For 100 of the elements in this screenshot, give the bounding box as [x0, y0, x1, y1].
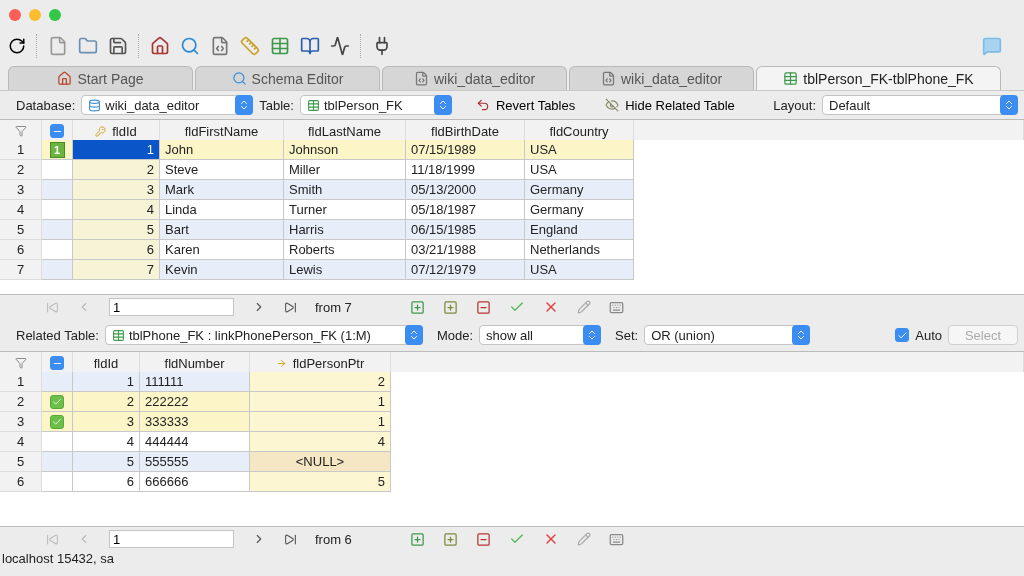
tab[interactable]: Schema Editor	[195, 66, 380, 90]
close-window-button[interactable]	[9, 9, 21, 21]
table-cell: 444444	[140, 432, 250, 452]
table-cell: 555555	[140, 452, 250, 472]
row-marker-cell[interactable]	[42, 392, 73, 412]
row-number: 7	[0, 260, 42, 280]
field-label: Database:	[16, 97, 76, 113]
status-text: localhost 15432, sa	[1, 551, 116, 567]
record-field[interactable]: 1	[109, 530, 234, 548]
first-record-button[interactable]	[46, 532, 59, 546]
table-cell: USA	[525, 140, 634, 160]
dropdown[interactable]: wiki_data_editor	[81, 95, 254, 115]
row-number: 1	[0, 372, 42, 392]
table-cell: 5	[250, 472, 391, 492]
row-marker-cell[interactable]	[42, 432, 73, 452]
dropdown[interactable]: show all	[479, 325, 601, 345]
auto-checkbox[interactable]	[895, 328, 910, 342]
tab[interactable]: Start Page	[8, 66, 193, 90]
table-cell: 6	[73, 472, 140, 492]
zoom-window-button[interactable]	[49, 9, 61, 21]
chat-button[interactable]	[982, 36, 1002, 56]
table-cell: 2	[73, 160, 160, 180]
folder-button[interactable]	[78, 36, 98, 56]
field-label: Related Table:	[16, 327, 99, 343]
insert-row-button[interactable]	[442, 299, 458, 315]
row-marker-cell[interactable]	[42, 452, 73, 472]
table-cell: Harris	[284, 220, 406, 240]
dropdown[interactable]: Default	[822, 95, 1018, 115]
activity-button[interactable]	[330, 36, 350, 56]
refresh-button[interactable]	[8, 37, 26, 55]
table-cell: 4	[73, 432, 140, 452]
table-cell: 1	[73, 140, 160, 160]
delete-row-button[interactable]	[475, 299, 491, 315]
table-cell: Johnson	[284, 140, 406, 160]
select-all-checkbox[interactable]	[50, 356, 64, 370]
row-marker-cell[interactable]	[42, 220, 73, 240]
checkmark-icon	[52, 416, 62, 427]
edit-button[interactable]	[576, 532, 591, 546]
table-cell: 07/15/1989	[406, 140, 525, 160]
toolbar-button[interactable]: Hide Related Table	[599, 96, 741, 114]
row-marker-cell[interactable]	[42, 372, 73, 392]
save-button[interactable]	[108, 36, 128, 56]
row-marker-cell[interactable]	[42, 260, 73, 280]
add-row-button[interactable]	[409, 531, 425, 547]
search-button[interactable]	[180, 36, 200, 56]
first-record-button[interactable]	[46, 300, 59, 314]
table-cell: 666666	[140, 472, 250, 492]
table-button[interactable]	[270, 36, 290, 56]
row-number: 5	[0, 452, 42, 472]
table-cell: Karen	[160, 240, 284, 260]
new-file-button[interactable]	[48, 36, 68, 56]
dropdown[interactable]: OR (union)	[644, 325, 811, 345]
table-cell: Netherlands	[525, 240, 634, 260]
row-checkbox[interactable]	[50, 414, 64, 429]
edit-button[interactable]	[576, 300, 591, 314]
last-record-button[interactable]	[284, 300, 297, 314]
table-cell: 1	[250, 392, 391, 412]
row-number: 2	[0, 392, 42, 412]
table-cell: 222222	[140, 392, 250, 412]
dropdown[interactable]: tblPhone_FK : linkPhonePerson_FK (1:M)	[104, 325, 423, 345]
insert-row-button[interactable]	[442, 531, 458, 547]
last-record-button[interactable]	[284, 532, 297, 546]
add-row-button[interactable]	[409, 299, 425, 315]
table-cell: <NULL>	[250, 452, 391, 472]
row-marker-cell[interactable]	[42, 200, 73, 220]
row-marker-cell[interactable]	[42, 160, 73, 180]
checkbox-label: Auto	[915, 327, 942, 343]
dropdown[interactable]: tblPerson_FK	[299, 95, 452, 115]
table-cell: Lewis	[284, 260, 406, 280]
tab[interactable]: wiki_data_editor	[382, 66, 567, 90]
ruler-button[interactable]	[240, 36, 260, 56]
table-cell: Roberts	[284, 240, 406, 260]
record-field[interactable]: 1	[109, 298, 234, 316]
row-checkbox[interactable]	[50, 394, 64, 409]
row-marker-cell[interactable]	[42, 412, 73, 432]
select-all-checkbox[interactable]	[50, 124, 64, 138]
search-icon	[231, 71, 247, 86]
table-cell: 05/13/2000	[406, 180, 525, 200]
keyboard-button[interactable]	[608, 531, 624, 547]
link-icon	[275, 357, 287, 369]
revert-icon	[475, 98, 490, 112]
row-marker-cell[interactable]	[42, 180, 73, 200]
table-cell: 1	[73, 372, 140, 392]
tab[interactable]: wiki_data_editor	[569, 66, 754, 90]
row-marker-cell[interactable]	[42, 240, 73, 260]
field-label: Layout:	[773, 97, 816, 113]
table-cell: Smith	[284, 180, 406, 200]
table-cell: Bart	[160, 220, 284, 240]
book-button[interactable]	[300, 36, 320, 56]
minimize-window-button[interactable]	[29, 9, 41, 21]
table-icon	[783, 71, 799, 86]
toolbar-button[interactable]: Revert Tables	[469, 96, 582, 114]
row-marker-cell[interactable]	[42, 472, 73, 492]
keyboard-button[interactable]	[608, 299, 624, 315]
tab[interactable]: tblPerson_FK-tblPhone_FK	[756, 66, 1001, 90]
sql-button[interactable]	[210, 36, 230, 56]
table-cell: 4	[250, 432, 391, 452]
row-number: 4	[0, 432, 42, 452]
delete-row-button[interactable]	[475, 531, 491, 547]
home-button[interactable]	[150, 36, 170, 56]
